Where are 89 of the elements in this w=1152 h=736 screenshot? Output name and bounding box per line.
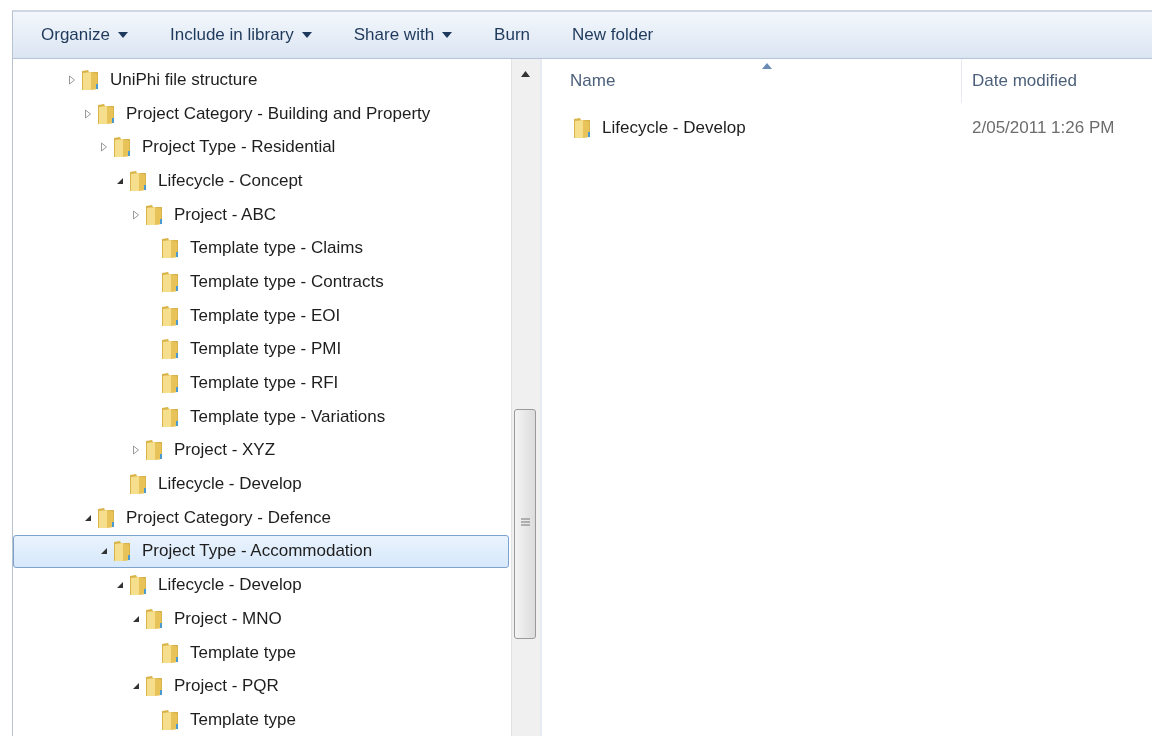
folder-label: Template type xyxy=(190,642,296,663)
tree-row[interactable]: Project Type - Residential xyxy=(13,130,509,165)
folder-icon xyxy=(160,337,180,362)
folder-icon xyxy=(160,303,180,328)
tree-row[interactable]: Template type xyxy=(13,635,509,670)
toolbar-button[interactable]: Organize xyxy=(31,19,138,51)
column-header[interactable]: Date modified xyxy=(962,71,1077,91)
tree-row[interactable]: Template type - Claims xyxy=(13,231,509,266)
tree-row[interactable]: Template type xyxy=(13,703,509,736)
tree-row[interactable]: Lifecycle - Develop xyxy=(13,467,509,501)
tree-row[interactable]: Project Category - Building and Property xyxy=(13,96,509,131)
collapsed-arrow-icon[interactable] xyxy=(68,74,76,85)
folder-icon xyxy=(112,135,132,160)
toolbar-button[interactable]: New folder xyxy=(562,19,664,51)
collapsed-arrow-icon[interactable] xyxy=(84,108,92,119)
folder-label: Project Category - Defence xyxy=(126,507,332,528)
folder-icon xyxy=(128,573,148,598)
tree-row[interactable]: Project - PQR xyxy=(13,669,509,704)
folder-label: Lifecycle - Develop xyxy=(158,575,302,596)
tree-row[interactable]: Project - MNO xyxy=(13,602,509,636)
tree-row[interactable]: Project - ABC xyxy=(13,197,509,232)
folder-icon xyxy=(96,101,116,126)
folder-icon xyxy=(160,236,180,261)
folder-label: Project - MNO xyxy=(174,608,282,629)
folder-icon xyxy=(128,472,148,497)
tree-row[interactable]: Template type - RFI xyxy=(13,366,509,400)
tree-row[interactable]: Project Category - Defence xyxy=(13,500,509,535)
folder-label: Template type - RFI xyxy=(190,373,339,394)
file-name[interactable]: Lifecycle - Develop xyxy=(602,118,746,138)
folder-label: Template type - Contracts xyxy=(190,271,384,292)
folder-icon xyxy=(160,404,180,429)
expanded-arrow-icon[interactable] xyxy=(84,513,92,522)
folder-icon xyxy=(144,606,164,631)
folder-label: UniPhi file structure xyxy=(110,69,258,90)
caret-icon xyxy=(118,32,128,38)
folder-label: Template type - EOI xyxy=(190,305,341,326)
folder-label: Project Type - Residential xyxy=(142,137,336,158)
folder-label: Template type xyxy=(190,709,296,730)
scroll-thumb[interactable] xyxy=(514,409,536,639)
tree-row[interactable]: UniPhi file structure xyxy=(13,63,509,97)
caret-icon xyxy=(301,32,312,38)
tree-row[interactable]: Template type - Variations xyxy=(13,399,509,434)
folder-label: Project Type - Accommodation xyxy=(142,541,373,562)
folder-label: Lifecycle - Concept xyxy=(158,170,303,191)
toolbar-button[interactable]: Burn xyxy=(484,19,540,51)
folder-label: Project - ABC xyxy=(174,204,277,225)
folder-icon xyxy=(112,539,132,564)
sort-arrow-icon xyxy=(762,63,772,69)
toolbar-button[interactable]: Include in library xyxy=(160,19,322,51)
collapsed-arrow-icon[interactable] xyxy=(132,445,140,456)
expanded-arrow-icon[interactable] xyxy=(116,176,124,185)
expanded-arrow-icon[interactable] xyxy=(100,547,108,556)
expanded-arrow-icon[interactable] xyxy=(132,682,140,691)
folder-label: Project Category - Building and Property xyxy=(126,103,431,124)
folder-icon xyxy=(160,640,180,665)
folder-icon xyxy=(128,168,148,193)
collapsed-arrow-icon[interactable] xyxy=(132,209,140,220)
caret-icon xyxy=(442,32,453,38)
selected-tree-row[interactable]: Project Type - Accommodation xyxy=(13,534,509,569)
folder-icon xyxy=(160,371,180,396)
toolbar-button[interactable]: Share with xyxy=(343,19,463,51)
folder-label: Template type - Variations xyxy=(190,406,386,427)
collapsed-arrow-icon[interactable] xyxy=(100,142,108,153)
folder-icon xyxy=(96,505,116,530)
folder-label: Lifecycle - Develop xyxy=(158,474,302,495)
folder-icon xyxy=(144,438,164,463)
expanded-arrow-icon[interactable] xyxy=(132,614,140,623)
tree-row[interactable]: Template type - Contracts xyxy=(13,265,509,299)
tree-row[interactable]: Template type - PMI xyxy=(13,332,509,367)
folder-label: Template type - PMI xyxy=(190,339,342,360)
folder-icon xyxy=(144,202,164,227)
folder-label: Template type - Claims xyxy=(190,238,363,259)
tree-row[interactable]: Project - XYZ xyxy=(13,433,509,468)
folder-label: Project - PQR xyxy=(174,676,279,697)
folder-icon xyxy=(160,269,180,294)
folder-icon xyxy=(144,674,164,699)
scrollbar[interactable] xyxy=(511,59,540,736)
tree-row[interactable]: Template type - EOI xyxy=(13,298,509,333)
grip-icon xyxy=(521,518,530,526)
column-header[interactable]: Name xyxy=(570,71,616,91)
expanded-arrow-icon[interactable] xyxy=(116,581,124,590)
folder-icon xyxy=(80,67,100,92)
date-modified: 2/05/2011 1:26 PM xyxy=(971,118,1115,138)
folder-icon xyxy=(160,707,180,732)
tree-row[interactable]: Lifecycle - Develop xyxy=(13,568,509,602)
scroll-up-icon[interactable] xyxy=(521,71,530,77)
tree-row[interactable]: Lifecycle - Concept xyxy=(13,164,509,198)
folder-icon xyxy=(572,116,592,140)
folder-label: Project - XYZ xyxy=(174,440,276,461)
